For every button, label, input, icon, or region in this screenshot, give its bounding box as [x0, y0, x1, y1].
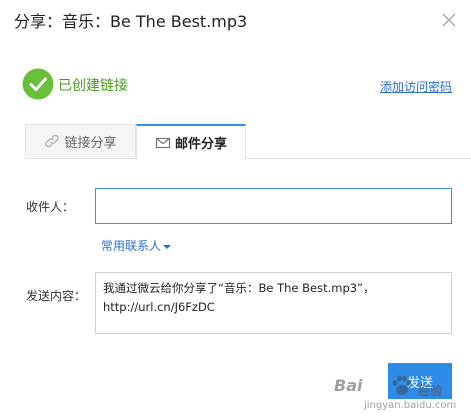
recipient-input[interactable]	[95, 188, 452, 224]
send-button[interactable]: 发送	[388, 363, 452, 399]
content-label: 发送内容：	[26, 289, 87, 303]
message-content-textarea[interactable]: 我通过微云给你分享了“音乐：Be The Best.mp3”， http://u…	[95, 272, 452, 334]
link-icon	[45, 134, 60, 148]
frequent-contacts-dropdown[interactable]: 常用联系人	[101, 237, 172, 254]
tab-link-share-label: 链接分享	[64, 135, 117, 151]
dialog-title: 分享：音乐：Be The Best.mp3	[14, 12, 248, 31]
add-access-password-link[interactable]: 添加访问密码	[380, 78, 452, 95]
recipient-label: 收件人：	[26, 200, 75, 214]
share-dialog: 分享：音乐：Be The Best.mp3 已创建链接 添加访问密码 链接分享	[0, 0, 471, 418]
close-icon[interactable]	[439, 10, 459, 30]
envelope-icon	[155, 137, 171, 148]
tab-mail-share[interactable]: 邮件分享	[136, 124, 246, 159]
check-circle-icon	[22, 68, 54, 100]
watermark-text: Bai	[334, 376, 363, 395]
frequent-contacts-label: 常用联系人	[101, 239, 162, 253]
caret-down-icon	[163, 244, 172, 249]
tab-link-share[interactable]: 链接分享	[25, 124, 136, 157]
share-tabs: 链接分享 邮件分享	[25, 124, 471, 159]
tab-mail-share-label: 邮件分享	[174, 137, 227, 152]
watermark-url: jingyan.baidu.com	[364, 400, 457, 411]
status-text: 已创建链接	[58, 78, 128, 94]
